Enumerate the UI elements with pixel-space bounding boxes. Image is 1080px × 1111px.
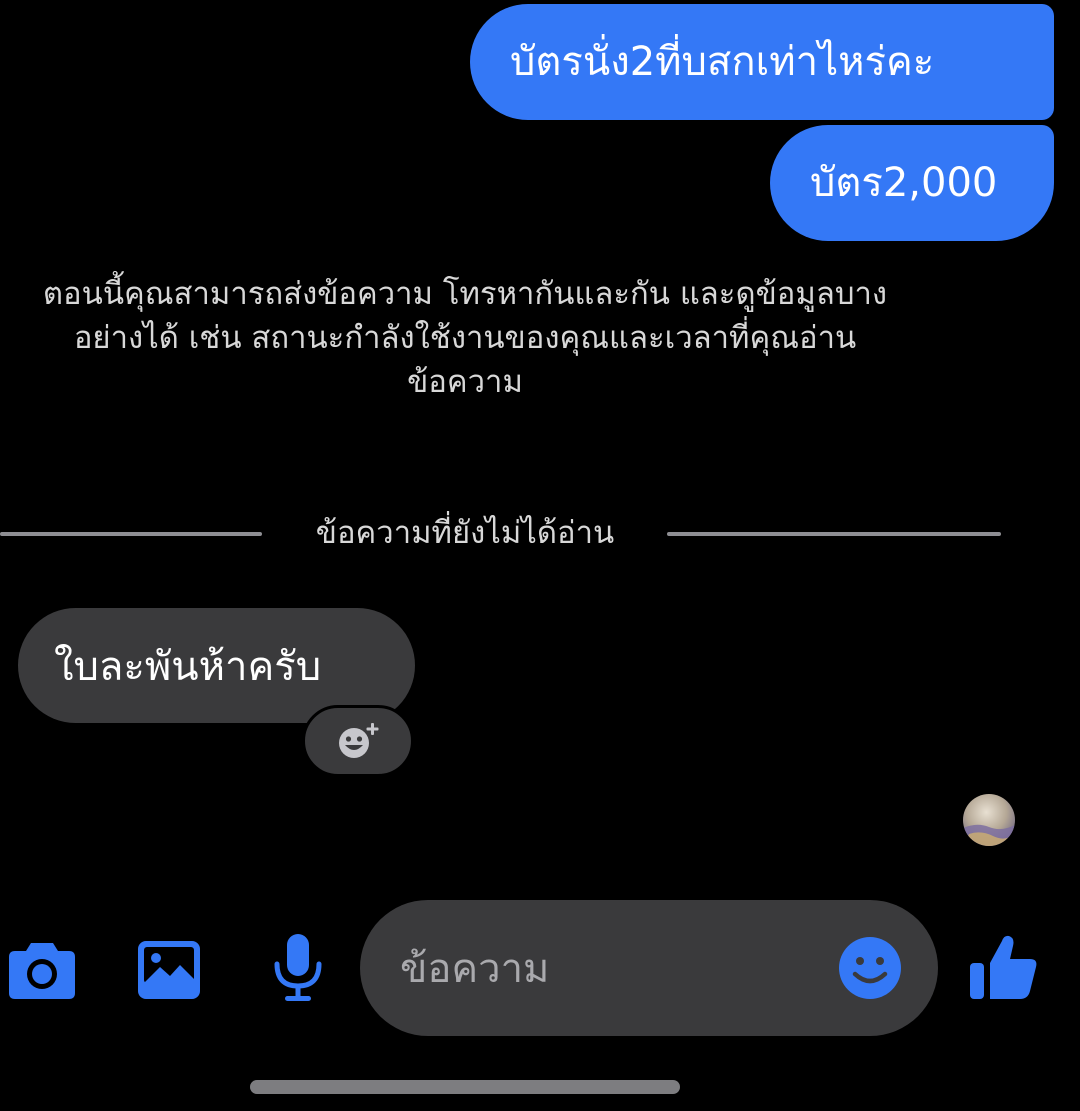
seen-avatar [963,794,1015,846]
emoji-button[interactable] [838,936,902,1000]
thumbs-up-icon [970,935,1037,999]
message-text: บัตรนั่ง2ที่บสกเท่าไหร่คะ [510,39,935,85]
voice-message-button[interactable] [266,930,330,1006]
divider-line [0,532,262,536]
image-icon [138,941,200,999]
gallery-button[interactable] [134,935,204,1005]
home-indicator[interactable] [250,1080,680,1094]
microphone-icon [274,934,322,1001]
message-input[interactable]: ข้อความ [360,900,938,1036]
like-button[interactable] [966,928,1042,1004]
outgoing-message-bubble[interactable]: บัตร2,000 [770,125,1054,241]
avatar-image [963,794,1015,846]
unread-divider-label: ข้อความที่ยังไม่ได้อ่าน [315,515,615,551]
system-notice: ตอนนี้คุณสามารถส่งข้อความ โทรหากันและกัน… [42,276,888,400]
divider-line [667,532,1001,536]
add-reaction-icon [339,723,379,758]
camera-icon [9,943,75,999]
camera-button[interactable] [4,935,80,1005]
unread-divider: ข้อความที่ยังไม่ได้อ่าน [0,505,1001,561]
message-text: บัตร2,000 [810,160,998,206]
message-placeholder: ข้อความ [400,946,550,992]
outgoing-message-bubble[interactable]: บัตรนั่ง2ที่บสกเท่าไหร่คะ [470,4,1054,120]
message-text: ใบละพันห้าครับ [54,643,322,690]
add-reaction-button[interactable] [302,705,414,777]
emoji-icon [839,937,901,999]
